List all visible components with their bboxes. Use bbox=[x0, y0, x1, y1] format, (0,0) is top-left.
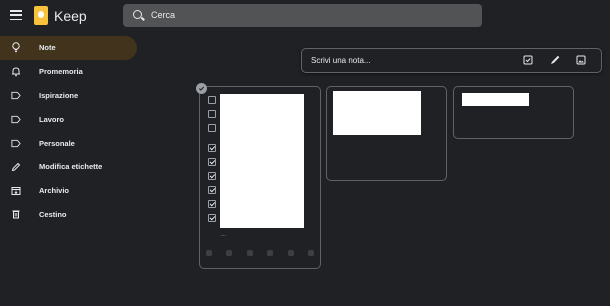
sidebar-item-label: Modifica etichette bbox=[39, 162, 103, 172]
pencil-icon bbox=[11, 162, 21, 172]
checklist-checkbox-checked[interactable] bbox=[208, 200, 216, 208]
label-icon bbox=[11, 90, 21, 100]
redacted-checklist-content bbox=[220, 94, 304, 228]
checklist-checkbox[interactable] bbox=[208, 110, 216, 118]
menu-icon[interactable] bbox=[10, 10, 22, 20]
more-items-indicator: ... bbox=[221, 232, 227, 238]
sidebar: Note Promemoria Ispirazione Lavoro Perso… bbox=[0, 36, 140, 226]
image-icon[interactable] bbox=[267, 250, 274, 256]
sidebar-item-promemoria[interactable]: Promemoria bbox=[0, 60, 140, 84]
sidebar-item-label: Lavoro bbox=[39, 114, 65, 124]
sidebar-item-label: Ispirazione bbox=[39, 90, 79, 100]
bell-icon bbox=[11, 67, 21, 77]
sidebar-item-personale[interactable]: Personale bbox=[0, 131, 140, 155]
keep-logo-icon bbox=[34, 6, 48, 25]
image-icon[interactable] bbox=[576, 55, 586, 65]
sidebar-item-label: Personale bbox=[39, 138, 75, 148]
redacted-note-content bbox=[333, 91, 421, 135]
search-input[interactable]: Cerca bbox=[123, 4, 482, 27]
palette-icon[interactable] bbox=[246, 250, 253, 256]
checklist-checkbox-checked[interactable] bbox=[208, 158, 216, 166]
app-title: Keep bbox=[54, 8, 87, 24]
label-icon bbox=[11, 114, 21, 124]
sidebar-item-ispirazione[interactable]: Ispirazione bbox=[0, 84, 140, 108]
sidebar-item-label: Note bbox=[39, 43, 56, 53]
archive-icon bbox=[11, 186, 21, 196]
checklist-checkbox[interactable] bbox=[208, 124, 216, 132]
note-toolbar bbox=[206, 250, 314, 256]
sidebar-item-modifica-etichette[interactable]: Modifica etichette bbox=[0, 155, 140, 179]
collaborator-icon[interactable] bbox=[226, 250, 233, 256]
sidebar-item-label: Archivio bbox=[39, 186, 70, 196]
redacted-note-content bbox=[462, 93, 529, 106]
remind-icon[interactable] bbox=[206, 250, 212, 256]
take-note-input[interactable]: Scrivi una nota... bbox=[301, 48, 602, 73]
more-icon[interactable] bbox=[307, 250, 314, 256]
checklist-checkbox-checked[interactable] bbox=[208, 172, 216, 180]
sidebar-item-lavoro[interactable]: Lavoro bbox=[0, 107, 140, 131]
sidebar-item-archivio[interactable]: Archivio bbox=[0, 179, 140, 203]
sidebar-item-note[interactable]: Note bbox=[0, 36, 137, 60]
top-bar: Keep Cerca bbox=[0, 0, 610, 32]
trash-icon bbox=[11, 209, 21, 219]
search-icon bbox=[133, 10, 142, 19]
select-note-check-icon[interactable] bbox=[196, 83, 207, 94]
sidebar-item-cestino[interactable]: Cestino bbox=[0, 203, 140, 227]
archive-icon[interactable] bbox=[287, 250, 294, 256]
checklist-checkbox-checked[interactable] bbox=[208, 214, 216, 222]
checklist-checkbox-checked[interactable] bbox=[208, 144, 216, 152]
sidebar-item-label: Promemoria bbox=[39, 67, 83, 77]
lightbulb-icon bbox=[11, 42, 21, 53]
search-placeholder: Cerca bbox=[151, 10, 176, 20]
take-note-placeholder: Scrivi una nota... bbox=[311, 56, 371, 65]
checklist-checkbox[interactable] bbox=[208, 96, 216, 104]
sidebar-item-label: Cestino bbox=[39, 209, 67, 219]
brush-icon[interactable] bbox=[550, 55, 560, 65]
checklist-checkbox-checked[interactable] bbox=[208, 186, 216, 194]
checkbox-icon[interactable] bbox=[523, 55, 533, 65]
label-icon bbox=[11, 138, 21, 148]
